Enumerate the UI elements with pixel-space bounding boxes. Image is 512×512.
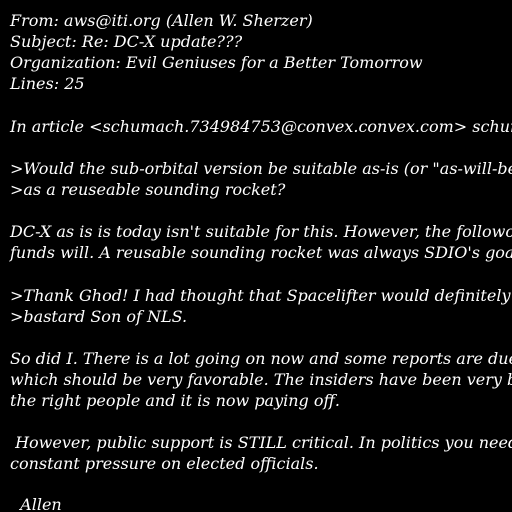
- quoted-line: >Thank Ghod! I had thought that Spacelif…: [10, 286, 512, 305]
- message-view: From: aws@iti.org (Allen W. Sherzer) Sub…: [0, 0, 512, 512]
- body-line: DC-X as is is today isn't suitable for t…: [10, 222, 512, 241]
- body-line: funds will. A reusable sounding rocket w…: [10, 243, 512, 262]
- body-line: However, public support is STILL critica…: [10, 433, 512, 452]
- header-lines: Lines: 25: [10, 74, 85, 93]
- header-from: From: aws@iti.org (Allen W. Sherzer): [10, 11, 313, 30]
- body-line: constant pressure on elected officials.: [10, 454, 319, 473]
- attribution-line: In article <schumach.734984753@convex.co…: [10, 117, 512, 136]
- body-line: So did I. There is a lot going on now an…: [10, 349, 512, 368]
- header-organization: Organization: Evil Geniuses for a Better…: [10, 53, 423, 72]
- quoted-line: >bastard Son of NLS.: [10, 307, 188, 326]
- body-line: which should be very favorable. The insi…: [10, 370, 512, 389]
- header-subject: Subject: Re: DC-X update???: [10, 32, 243, 51]
- signature: Allen: [10, 495, 62, 512]
- quoted-line: >as a reuseable sounding rocket?: [10, 180, 286, 199]
- body-line: the right people and it is now paying of…: [10, 391, 340, 410]
- quoted-line: >Would the sub-orbital version be suitab…: [10, 159, 512, 178]
